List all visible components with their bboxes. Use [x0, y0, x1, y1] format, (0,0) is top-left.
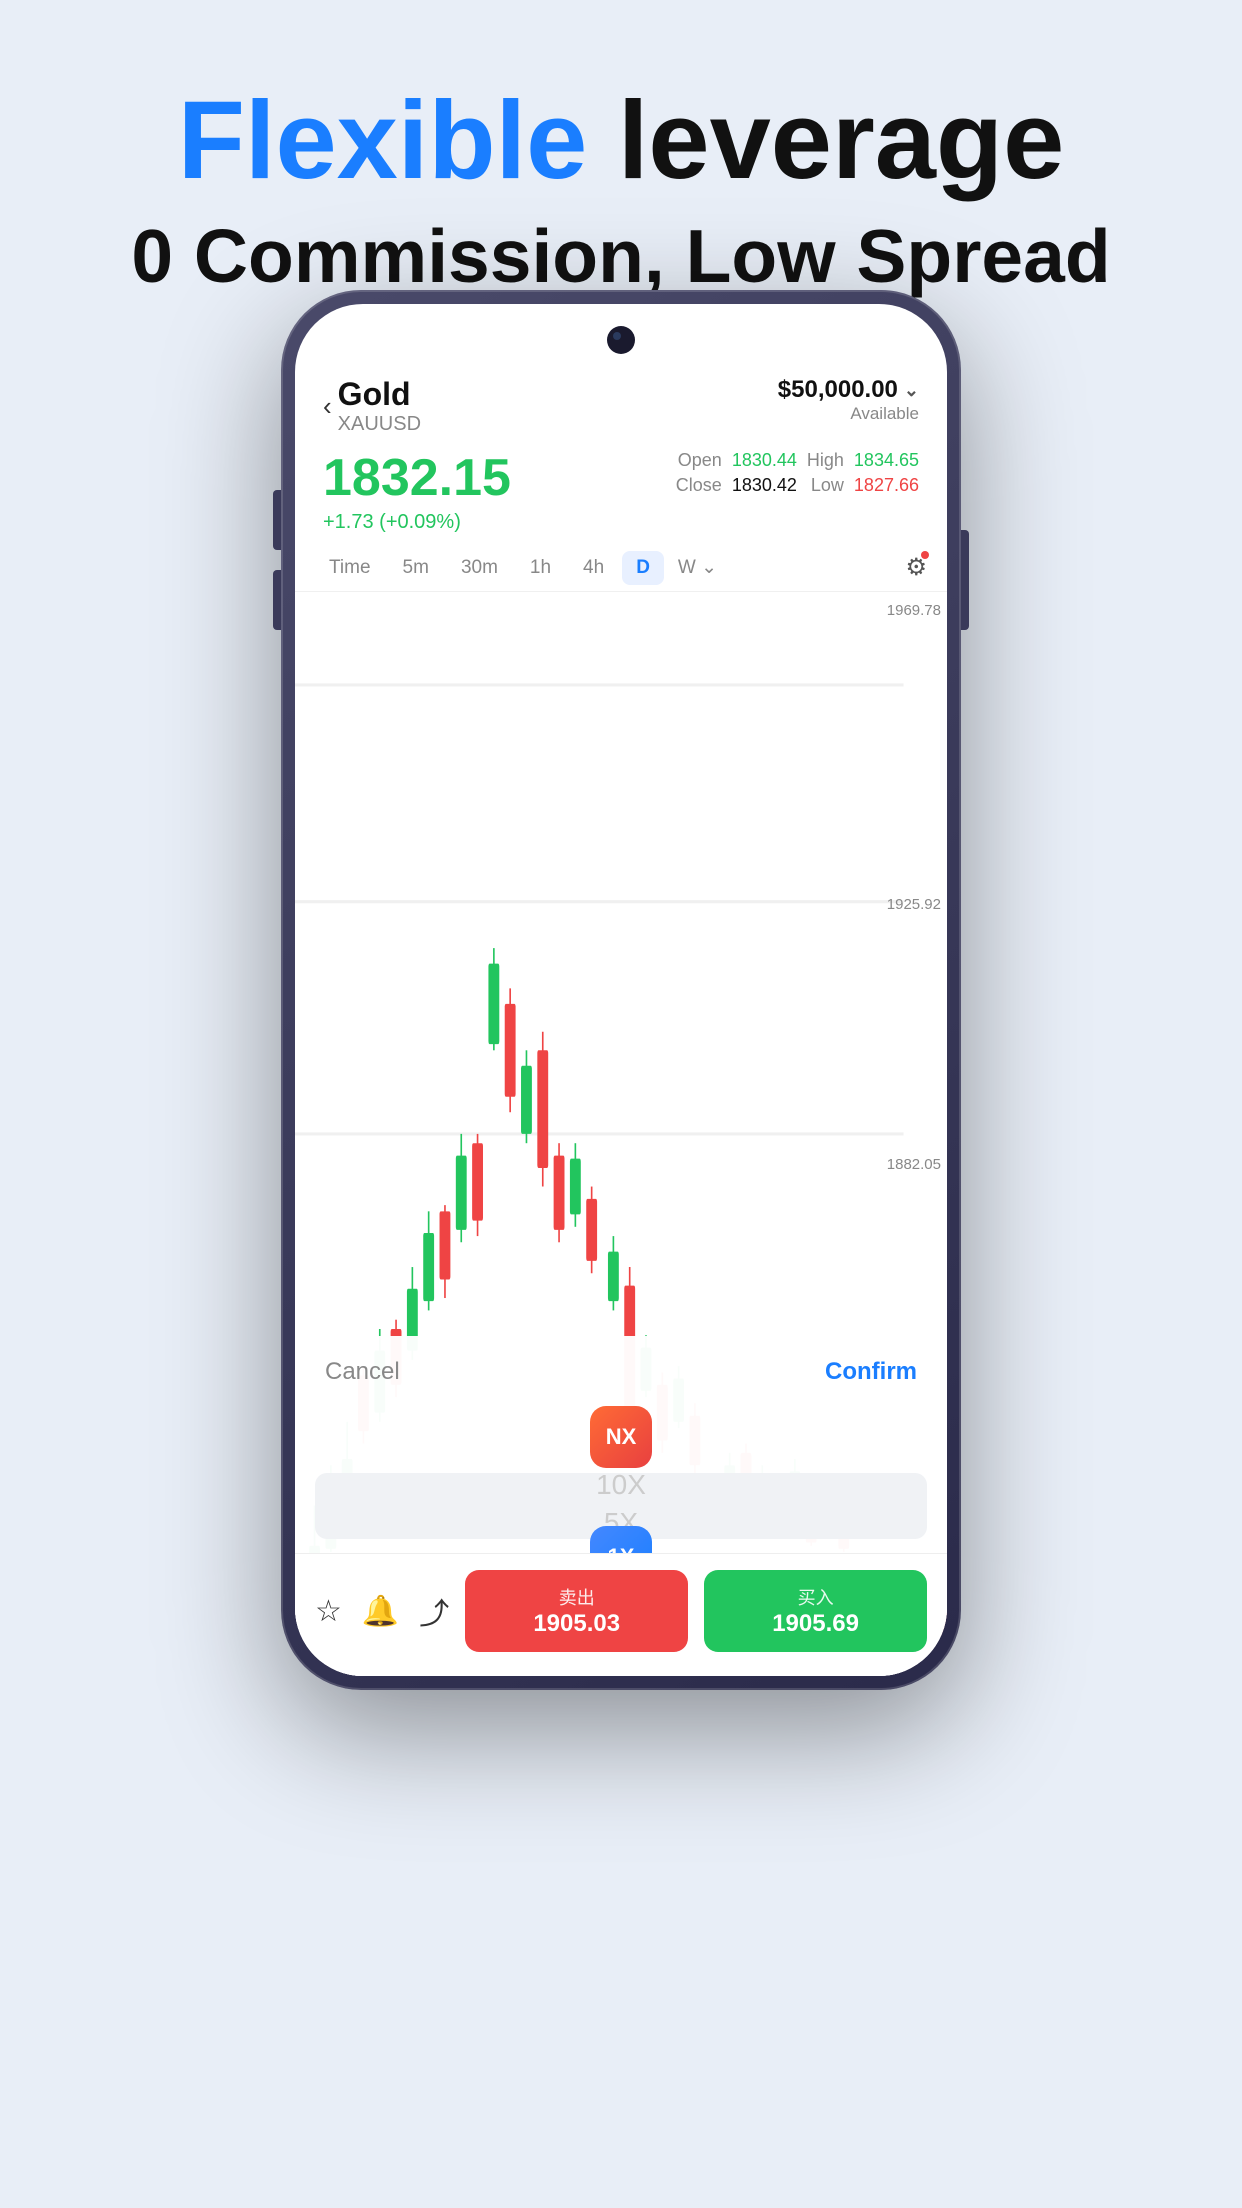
- balance-amount: $50,000.00 ⌄: [778, 376, 919, 404]
- header-title: Flexible leverage: [60, 80, 1182, 201]
- sell-label: 卖出: [475, 1584, 678, 1610]
- balance-chevron-icon: ⌄: [904, 380, 919, 401]
- header-title-black: leverage: [587, 79, 1064, 202]
- cancel-button[interactable]: Cancel: [325, 1358, 400, 1386]
- chart-price-low: 1882.05: [887, 1156, 941, 1173]
- tf-w-dropdown[interactable]: W ⌄: [668, 550, 727, 585]
- buy-label: 买入: [714, 1584, 917, 1610]
- tf-time[interactable]: Time: [315, 551, 385, 585]
- buy-price: 1905.69: [714, 1610, 917, 1638]
- action-icons-group: ☆ 🔔 ⤴: [315, 1589, 449, 1633]
- phone-outer: ‹ Gold XAUUSD $50,000.00 ⌄ Available: [281, 290, 961, 1690]
- timeframe-bar: Time 5m 30m 1h 4h D W ⌄ ⚙: [295, 544, 947, 592]
- open-value: 1830.44: [732, 450, 797, 471]
- buy-button[interactable]: 买入 1905.69: [704, 1570, 927, 1652]
- watchlist-icon[interactable]: ☆: [315, 1594, 342, 1629]
- sell-button[interactable]: 卖出 1905.03: [465, 1570, 688, 1652]
- high-value: 1834.65: [854, 450, 919, 471]
- settings-notification-dot: [921, 551, 929, 559]
- tf-1h[interactable]: 1h: [516, 551, 565, 585]
- instrument-symbol: XAUUSD: [338, 413, 421, 436]
- tf-5m[interactable]: 5m: [389, 551, 443, 585]
- side-button-volume-up: [273, 490, 281, 550]
- sheet-header: Cancel Confirm: [295, 1336, 947, 1396]
- price-change: +1.73 (+0.09%): [323, 511, 511, 534]
- screen-content: ‹ Gold XAUUSD $50,000.00 ⌄ Available: [295, 304, 947, 1676]
- nx-brand-logo: NX: [590, 1406, 652, 1468]
- header-title-blue: Flexible: [178, 79, 588, 202]
- leverage-10x[interactable]: 10X: [596, 1468, 646, 1502]
- top-bar: ‹ Gold XAUUSD $50,000.00 ⌄ Available: [295, 364, 947, 444]
- low-label: Low: [807, 475, 844, 496]
- balance-label: Available: [778, 404, 919, 424]
- open-label: Open: [676, 450, 722, 471]
- notification-icon[interactable]: 🔔: [362, 1594, 399, 1629]
- share-icon[interactable]: ⤴: [419, 1589, 449, 1633]
- low-value: 1827.66: [854, 475, 919, 496]
- confirm-button[interactable]: Confirm: [825, 1358, 917, 1386]
- back-arrow-icon[interactable]: ‹: [323, 391, 332, 422]
- side-button-power: [961, 530, 969, 630]
- chart-price-mid: 1925.92: [887, 896, 941, 913]
- close-label: Close: [676, 475, 722, 496]
- close-value: 1830.42: [732, 475, 797, 496]
- side-button-volume-down: [273, 570, 281, 630]
- tf-30m[interactable]: 30m: [447, 551, 512, 585]
- price-section: 1832.15 +1.73 (+0.09%) Open 1830.44 High…: [295, 444, 947, 544]
- chart-price-top: 1969.78: [887, 602, 941, 619]
- header-subtitle: 0 Commission, Low Spread: [60, 211, 1182, 301]
- phone-screen: ‹ Gold XAUUSD $50,000.00 ⌄ Available: [295, 304, 947, 1676]
- ohlc-grid: Open 1830.44 High 1834.65 Close 1830.42 …: [676, 450, 919, 496]
- tf-settings-icon[interactable]: ⚙: [905, 553, 927, 582]
- phone-mockup: ‹ Gold XAUUSD $50,000.00 ⌄ Available: [281, 290, 961, 1690]
- instrument-info: Gold XAUUSD: [338, 376, 421, 436]
- balance-area[interactable]: $50,000.00 ⌄ Available: [778, 376, 919, 424]
- tf-4h[interactable]: 4h: [569, 551, 618, 585]
- action-bar: ☆ 🔔 ⤴ 卖出 1905.03 买入 1905.69: [295, 1553, 947, 1676]
- price-left: 1832.15 +1.73 (+0.09%): [323, 450, 511, 534]
- current-price: 1832.15: [323, 450, 511, 507]
- instrument-name: Gold: [338, 376, 421, 413]
- back-btn-area[interactable]: ‹ Gold XAUUSD: [323, 376, 421, 436]
- sell-price: 1905.03: [475, 1610, 678, 1638]
- tf-d[interactable]: D: [622, 551, 664, 585]
- high-label: High: [807, 450, 844, 471]
- camera-dot: [607, 326, 635, 354]
